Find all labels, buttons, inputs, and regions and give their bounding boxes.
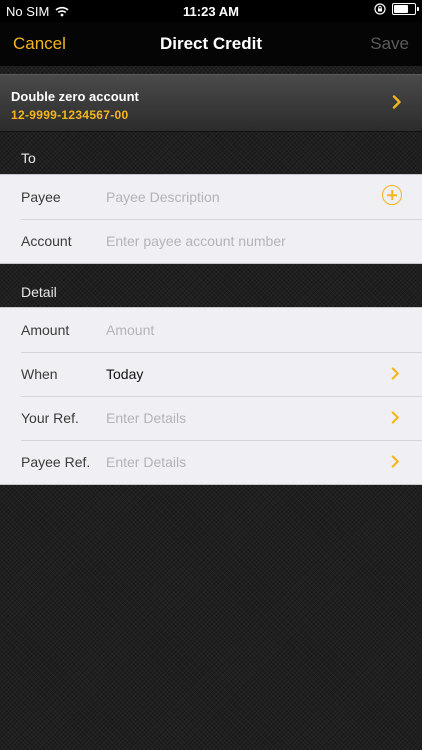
amount-row[interactable]: Amount Amount	[0, 308, 422, 352]
chevron-right-icon	[392, 95, 401, 109]
status-bar: No SIM 11:23 AM	[0, 0, 422, 22]
orientation-lock-icon	[374, 3, 386, 15]
add-payee-icon[interactable]	[382, 185, 402, 205]
account-number: 12-9999-1234567-00	[11, 108, 129, 122]
when-value: Today	[106, 366, 144, 382]
payee-row[interactable]: Payee Payee Description	[0, 175, 422, 219]
save-button[interactable]: Save	[370, 34, 409, 54]
your-ref-input[interactable]: Enter Details	[106, 410, 186, 426]
page-title: Direct Credit	[159, 34, 263, 53]
amount-input[interactable]: Amount	[106, 322, 154, 338]
account-row[interactable]: Account Enter payee account number	[0, 219, 422, 263]
chevron-right-icon	[391, 411, 399, 424]
status-right	[374, 3, 419, 15]
source-account-selector[interactable]: Double zero account 12-9999-1234567-00	[0, 74, 422, 132]
payee-ref-label: Payee Ref.	[21, 454, 91, 470]
when-label: When	[21, 366, 58, 382]
navigation-bar: Cancel Direct Credit Save	[0, 22, 422, 66]
detail-group: Amount Amount When Today Your Ref. Enter…	[0, 307, 422, 485]
battery-icon	[392, 3, 419, 15]
payee-ref-row[interactable]: Payee Ref. Enter Details	[0, 440, 422, 484]
to-group: Payee Payee Description Account Enter pa…	[0, 174, 422, 264]
account-name: Double zero account	[11, 89, 139, 104]
when-row[interactable]: When Today	[0, 352, 422, 396]
account-number-input[interactable]: Enter payee account number	[106, 233, 286, 249]
your-ref-label: Your Ref.	[21, 410, 79, 426]
status-time: 11:23 AM	[183, 4, 239, 19]
payee-label: Payee	[21, 189, 61, 205]
account-label: Account	[21, 233, 72, 249]
chevron-right-icon	[391, 367, 399, 380]
chevron-right-icon	[391, 455, 399, 468]
payee-input[interactable]: Payee Description	[106, 189, 220, 205]
amount-label: Amount	[21, 322, 70, 338]
payee-ref-input[interactable]: Enter Details	[106, 454, 186, 470]
your-ref-row[interactable]: Your Ref. Enter Details	[0, 396, 422, 440]
